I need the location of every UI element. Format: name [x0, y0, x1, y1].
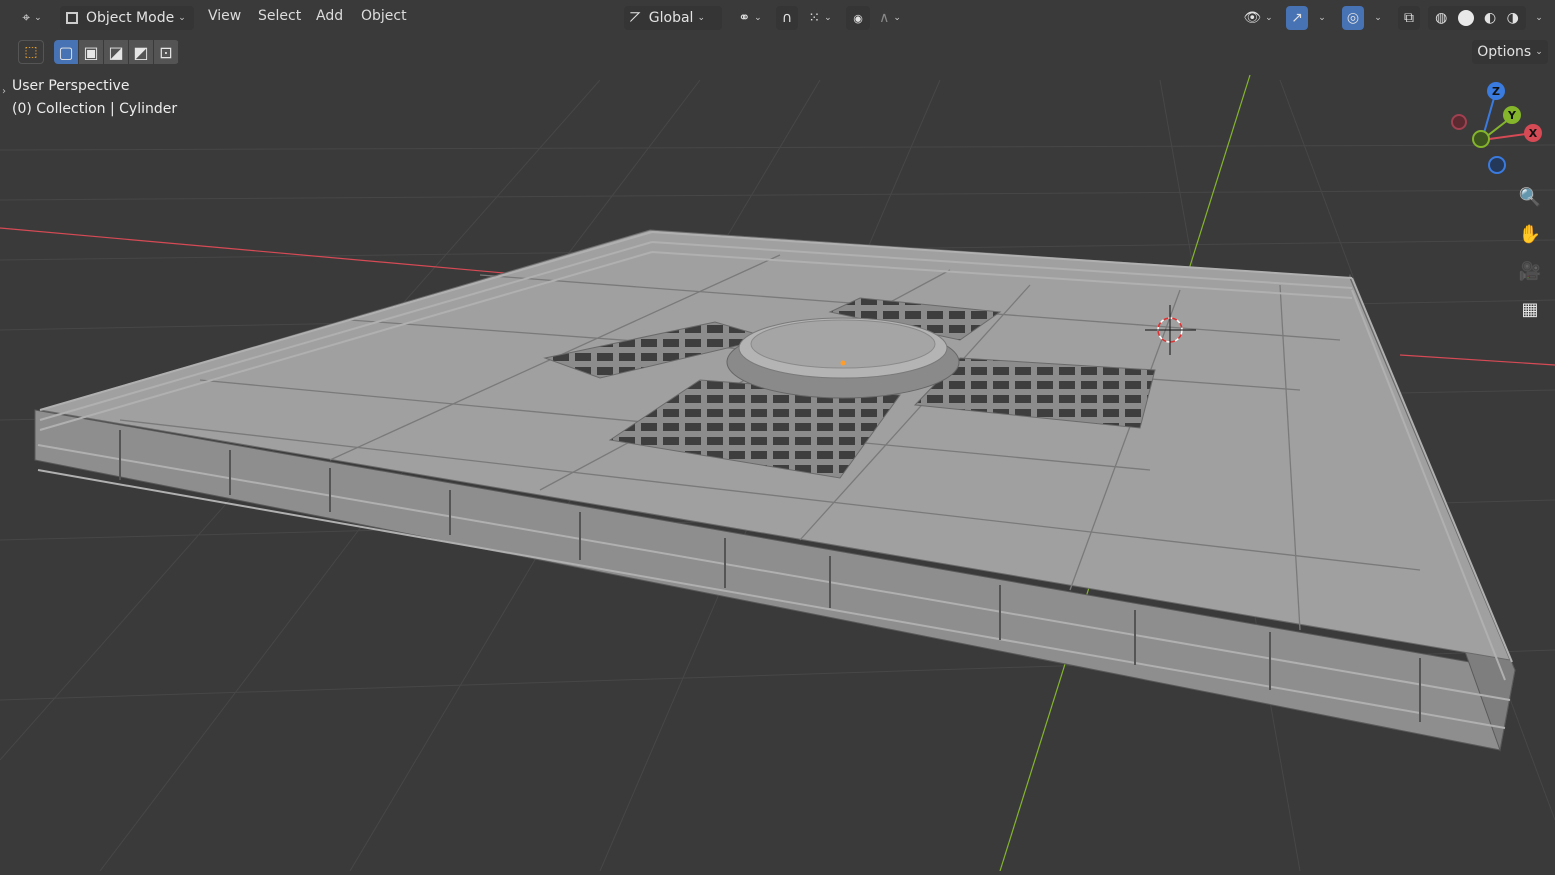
collection-info: (0) Collection | Cylinder: [12, 101, 178, 117]
gizmo-x-axis[interactable]: X: [1524, 124, 1542, 142]
options-dropdown[interactable]: Options ⌄: [1472, 40, 1548, 64]
material-shading-icon[interactable]: ◐: [1484, 10, 1496, 26]
chevron-down-icon: ⌄: [1535, 13, 1543, 23]
chevron-down-icon: ⌄: [824, 13, 832, 23]
gizmo-y-axis[interactable]: Y: [1503, 106, 1521, 124]
rendered-shading-icon[interactable]: ◑: [1507, 10, 1519, 26]
active-tool-button[interactable]: ⬚: [18, 40, 44, 64]
editor-type-button[interactable]: ⌖ ⌄: [14, 6, 50, 30]
select-invert-icon[interactable]: ◩: [129, 40, 154, 64]
view-name: User Perspective: [12, 78, 130, 94]
chevron-down-icon: ⌄: [178, 13, 186, 23]
editor-type-icon: ⌖: [22, 10, 31, 26]
chevron-down-icon: ⌄: [893, 13, 901, 23]
zoom-icon: 🔍: [1518, 186, 1542, 208]
options-label: Options: [1477, 44, 1532, 60]
eye-icon: 👁: [1243, 10, 1262, 26]
navigation-gizmo[interactable]: Z Y X: [1445, 78, 1550, 178]
snap-toggle[interactable]: ∩: [776, 6, 798, 30]
viewport-header: ⌖ ⌄ Object Mode ⌄ View Select Add Object …: [0, 0, 1555, 36]
snap-target-button[interactable]: ⁙ ⌄: [802, 6, 838, 30]
gizmo-neg-y-axis[interactable]: [1472, 130, 1490, 148]
wireframe-shading-icon[interactable]: ◍: [1435, 10, 1447, 26]
pivot-icon: ⚭: [738, 10, 751, 26]
menu-select[interactable]: Select: [258, 8, 301, 24]
gizmo-dropdown[interactable]: ⌄: [1310, 6, 1330, 30]
shading-modes: ◍ ◐ ◑: [1428, 6, 1526, 30]
solid-shading-icon[interactable]: [1457, 10, 1474, 26]
hand-icon: ✋: [1518, 223, 1542, 245]
gizmo-icon: ↗: [1291, 10, 1303, 26]
magnet-icon: ∩: [781, 10, 793, 26]
perspective-toggle-button[interactable]: ▦: [1515, 294, 1545, 324]
visibility-button[interactable]: 👁 ⌄: [1238, 6, 1278, 30]
orientation-dropdown[interactable]: ⦢ Global ⌄: [624, 6, 722, 30]
chevron-down-icon: ⌄: [34, 13, 42, 23]
pan-button[interactable]: ✋: [1515, 219, 1545, 249]
xray-toggle[interactable]: ⧉: [1398, 6, 1420, 30]
overlays-dropdown[interactable]: ⌄: [1366, 6, 1386, 30]
selection-mode-group: ▢ ▣ ◪ ◩ ⊡: [54, 40, 179, 64]
chevron-down-icon: ⌄: [1535, 47, 1543, 57]
chevron-down-icon: ⌄: [754, 13, 762, 23]
sidebar-expand-arrow[interactable]: ›: [2, 86, 6, 97]
select-extend-icon[interactable]: ▣: [79, 40, 104, 64]
mode-dropdown[interactable]: Object Mode ⌄: [60, 6, 194, 30]
overlays-icon: ◎: [1346, 10, 1360, 26]
menu-object[interactable]: Object: [361, 8, 407, 24]
gizmo-neg-x-axis[interactable]: [1451, 114, 1467, 130]
menu-add[interactable]: Add: [316, 8, 343, 24]
falloff-button[interactable]: ∧ ⌄: [872, 6, 908, 30]
menu-view[interactable]: View: [208, 8, 241, 24]
camera-icon: 🎥: [1518, 260, 1542, 282]
overlays-toggle[interactable]: ◎: [1342, 6, 1364, 30]
chevron-down-icon: ⌄: [1318, 13, 1326, 23]
select-subtract-icon[interactable]: ◪: [104, 40, 129, 64]
select-intersect-icon[interactable]: ⊡: [154, 40, 179, 64]
select-box-icon: ⬚: [24, 44, 38, 60]
origin-point: [840, 360, 846, 366]
gizmo-toggle[interactable]: ↗: [1286, 6, 1308, 30]
object-mode-icon: [66, 12, 78, 24]
camera-view-button[interactable]: 🎥: [1515, 256, 1545, 286]
chevron-down-icon: ⌄: [1374, 13, 1382, 23]
snap-grid-icon: ⁙: [808, 10, 821, 26]
pivot-point-button[interactable]: ⚭ ⌄: [730, 6, 770, 30]
transform-orientation-icon: ⦢: [630, 10, 641, 26]
chevron-down-icon: ⌄: [1265, 13, 1273, 23]
select-new-icon[interactable]: ▢: [54, 40, 79, 64]
zoom-button[interactable]: 🔍: [1515, 182, 1545, 212]
perspective-grid-icon: ▦: [1521, 298, 1539, 320]
shading-dropdown[interactable]: ⌄: [1528, 6, 1546, 30]
falloff-curve-icon: ∧: [879, 10, 890, 26]
gizmo-neg-z-axis[interactable]: [1488, 156, 1506, 174]
3d-viewport[interactable]: [0, 0, 1555, 872]
viewport-scene: [0, 0, 1555, 872]
xray-icon: ⧉: [1404, 10, 1414, 26]
orientation-label: Global: [648, 10, 694, 26]
proportional-edit-icon: ◉: [853, 11, 863, 25]
chevron-down-icon: ⌄: [697, 13, 705, 23]
gizmo-z-axis[interactable]: Z: [1487, 82, 1505, 100]
proportional-edit-toggle[interactable]: ◉: [846, 6, 870, 30]
mode-label: Object Mode: [86, 10, 175, 26]
